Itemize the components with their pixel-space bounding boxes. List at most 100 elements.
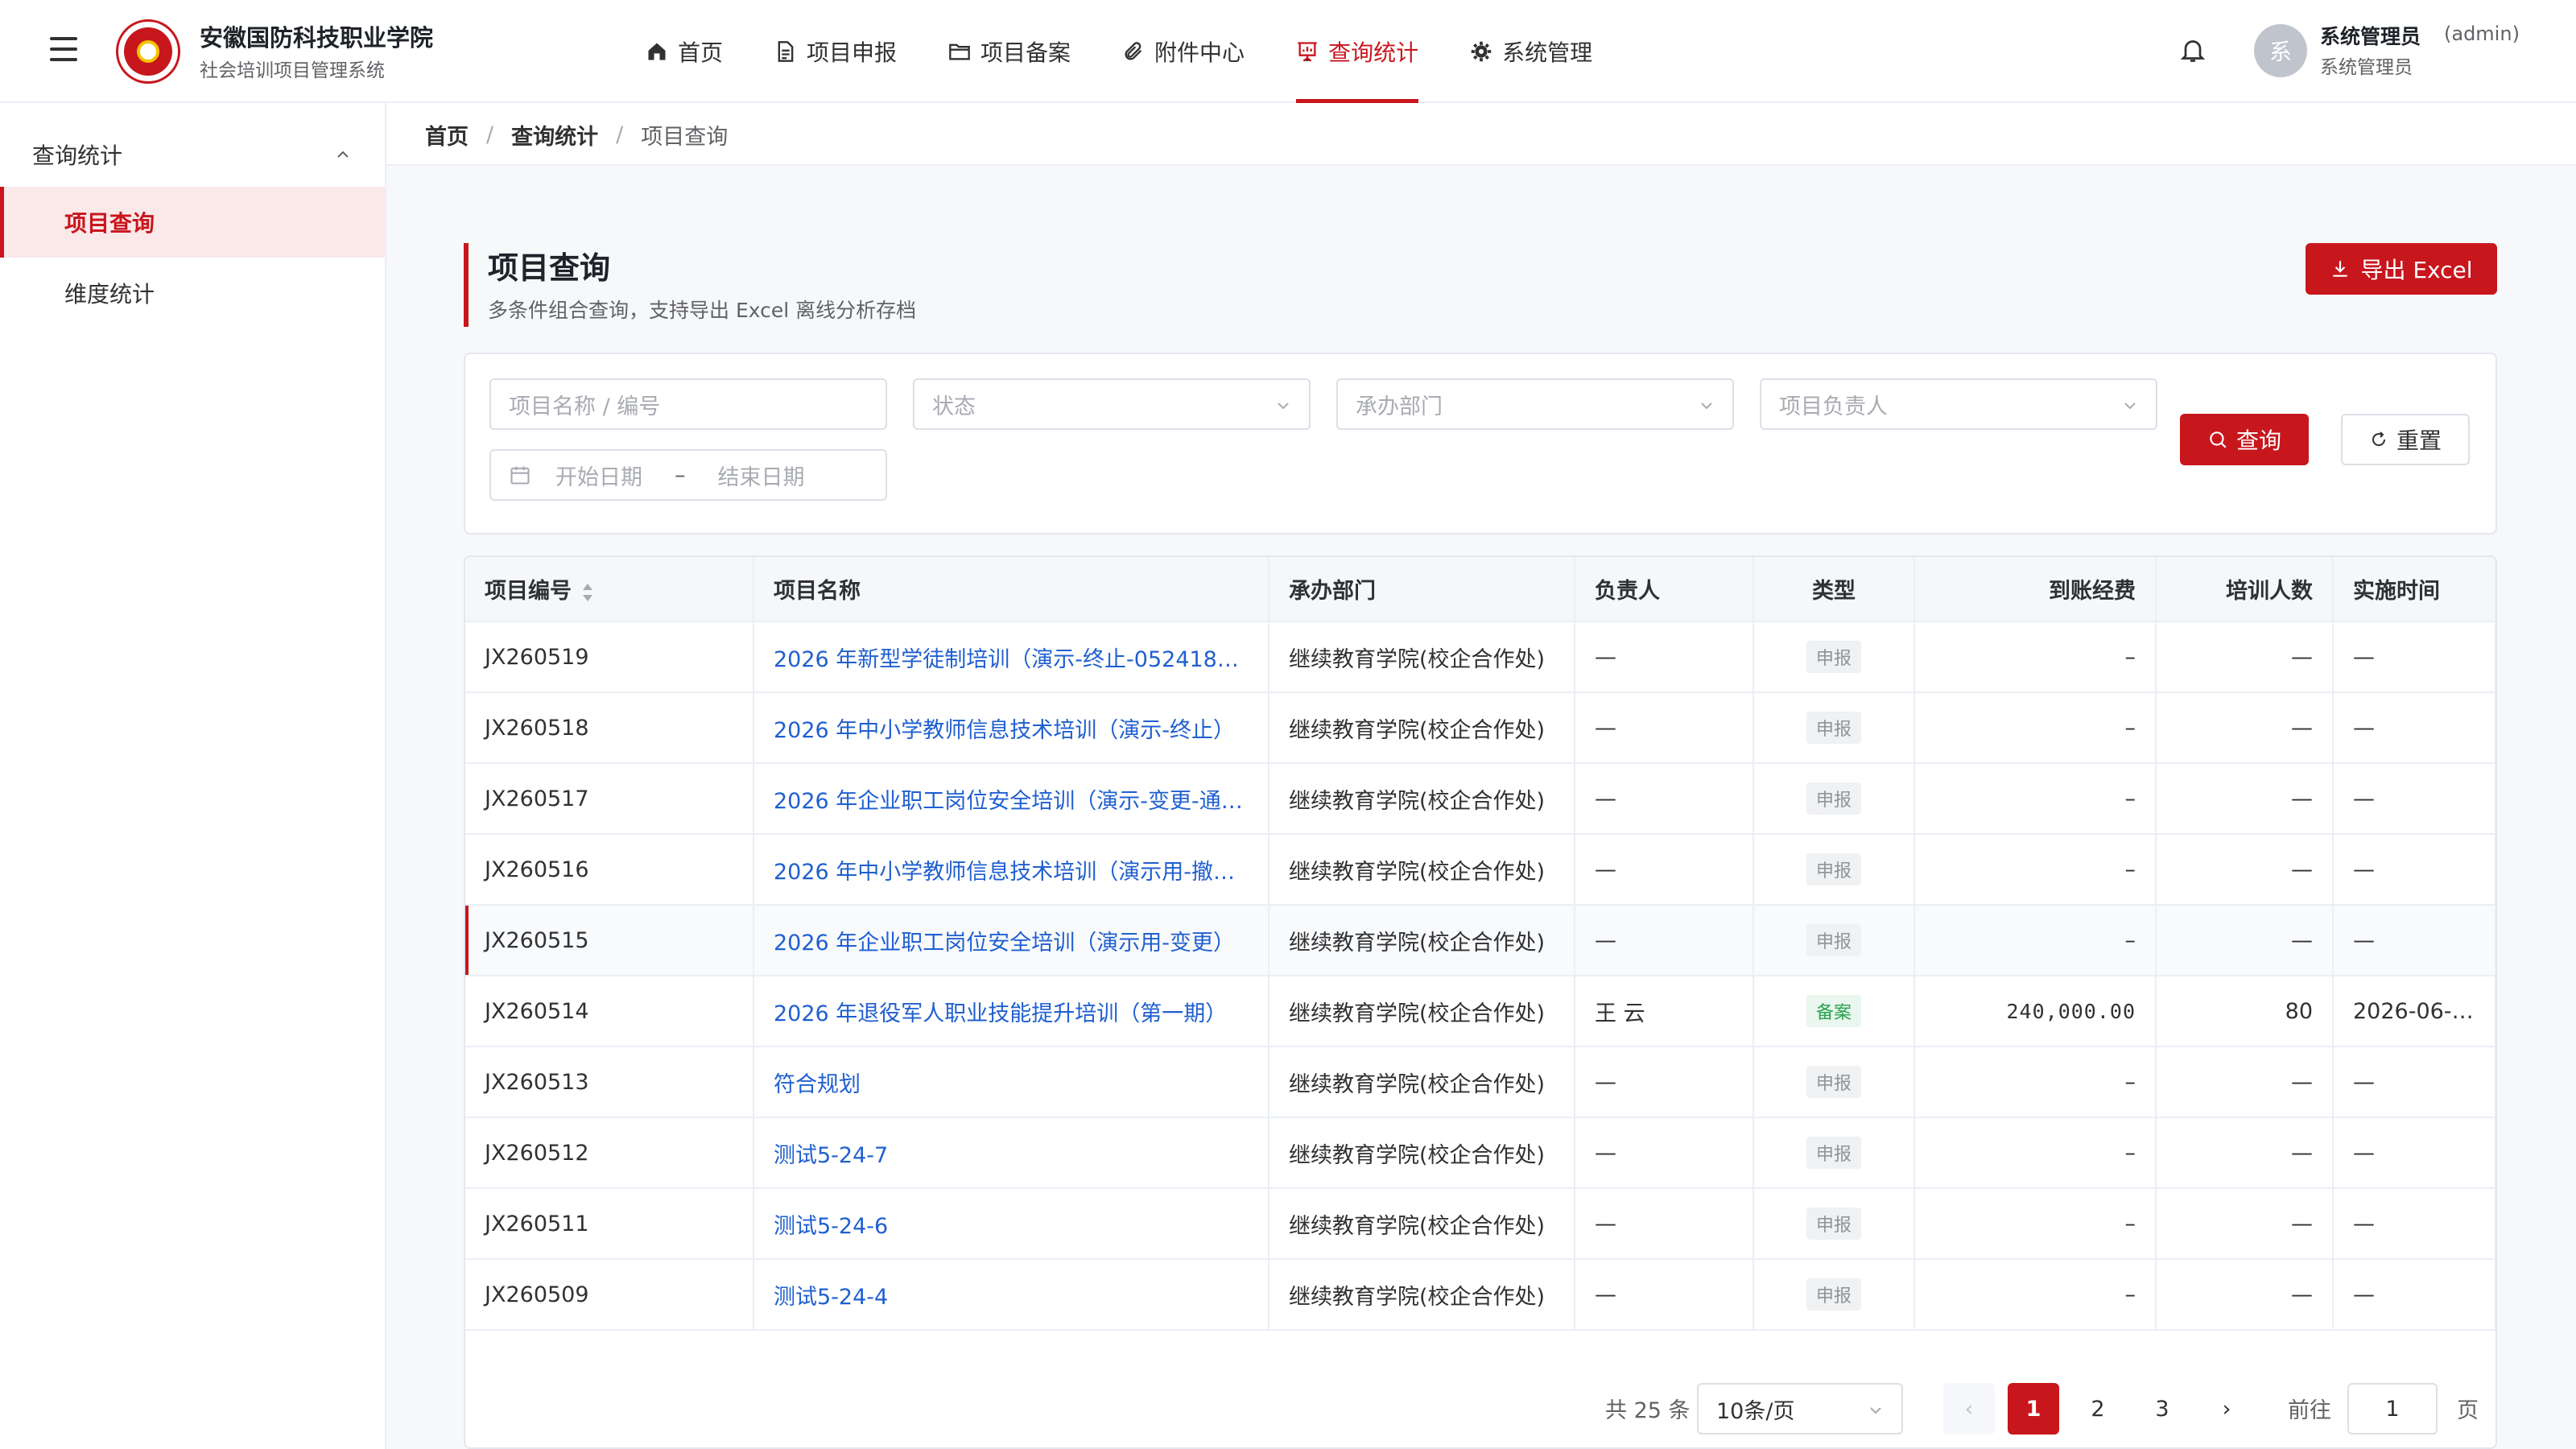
title-accent-bar <box>464 243 469 327</box>
cell-project-name-link[interactable]: 2026 年中小学教师信息技术培训（演示-终止） <box>753 692 1269 764</box>
top-header: 安徽国防科技职业学院 社会培训项目管理系统 首页 项目申报 项目备案 附件中心 … <box>0 0 2576 103</box>
cell-funds: – <box>1914 1117 2157 1189</box>
cell-department: 继续教育学院(校企合作处) <box>1269 1188 1575 1260</box>
cell-owner: — <box>1575 1117 1754 1189</box>
bell-icon[interactable] <box>2178 35 2207 64</box>
table-row[interactable]: JX260517 2026 年企业职工岗位安全培训（演示-变更-通过） 继续教育学院… <box>465 763 2496 835</box>
end-date-placeholder[interactable]: 结束日期 <box>718 460 805 491</box>
breadcrumb-separator: / <box>486 122 494 147</box>
type-tag: 申报 <box>1806 1208 1861 1240</box>
table-row[interactable]: JX260514 2026 年退役军人职业技能提升培训（第一期） 继续教育学院(校企… <box>465 976 2496 1047</box>
col-trainees: 培训人数 <box>2156 557 2334 622</box>
cell-project-name-link[interactable]: 测试5-24-4 <box>753 1259 1269 1331</box>
cell-date: — <box>2333 834 2496 906</box>
nav-project-apply[interactable]: 项目申报 <box>749 0 923 103</box>
cell-project-name-link[interactable]: 2026 年企业职工岗位安全培训（演示-变更-通过） <box>753 763 1269 835</box>
sidebar-item-project-query[interactable]: 项目查询 <box>0 187 385 258</box>
col-project-id-label: 项目编号 <box>485 579 572 604</box>
avatar[interactable]: 系 <box>2254 24 2307 77</box>
nav-project-filing[interactable]: 项目备案 <box>923 0 1096 103</box>
cell-project-name-link[interactable]: 2026 年退役军人职业技能提升培训（第一期） <box>753 976 1269 1047</box>
cell-project-name-link[interactable]: 测试5-24-6 <box>753 1188 1269 1260</box>
cell-trainees: — <box>2156 905 2334 976</box>
cell-department: 继续教育学院(校企合作处) <box>1269 1117 1575 1189</box>
cell-department: 继续教育学院(校企合作处) <box>1269 1259 1575 1331</box>
next-page-button[interactable]: › <box>2201 1383 2252 1435</box>
table-row[interactable]: JX260519 2026 年新型学徒制培训（演示-终止-0524180） 继续教育… <box>465 621 2496 693</box>
cell-department: 继续教育学院(校企合作处) <box>1269 621 1575 693</box>
prev-page-button[interactable]: ‹ <box>1943 1383 1995 1435</box>
cell-type: 申报 <box>1753 763 1915 835</box>
reset-button[interactable]: 重置 <box>2341 414 2470 465</box>
nav-query-stats[interactable]: 查询统计 <box>1270 0 1444 103</box>
table-row[interactable]: JX260513 符合规划 继续教育学院(校企合作处) — 申报 – — — <box>465 1046 2496 1118</box>
sidebar-item-dimension-stats[interactable]: 维度统计 <box>0 258 385 328</box>
col-owner: 负责人 <box>1575 557 1754 622</box>
total-count: 共 25 条 <box>1605 1398 1690 1423</box>
cell-department: 继续教育学院(校企合作处) <box>1269 692 1575 764</box>
chevron-down-icon <box>1278 402 1289 410</box>
reset-label: 重置 <box>2396 427 2442 454</box>
cell-department: 继续教育学院(校企合作处) <box>1269 976 1575 1047</box>
start-date-placeholder[interactable]: 开始日期 <box>555 460 642 491</box>
table-row[interactable]: JX260512 测试5-24-7 继续教育学院(校企合作处) — 申报 – — — <box>465 1117 2496 1189</box>
table-row[interactable]: JX260515 2026 年企业职工岗位安全培训（演示用-变更） 继续教育学院(校… <box>465 905 2496 976</box>
page-button-2[interactable]: 2 <box>2072 1383 2124 1435</box>
cell-department: 继续教育学院(校企合作处) <box>1269 834 1575 906</box>
status-select[interactable]: 状态 <box>913 378 1311 430</box>
breadcrumb-home[interactable]: 首页 <box>425 119 469 151</box>
project-owner-select[interactable]: 项目负责人 <box>1760 378 2157 430</box>
sidebar-group-query-stats[interactable]: 查询统计 <box>0 130 385 179</box>
cell-owner: — <box>1575 1188 1754 1260</box>
school-logo-icon <box>116 19 180 84</box>
breadcrumb-query-stats[interactable]: 查询统计 <box>511 119 598 151</box>
export-excel-button[interactable]: 导出 Excel <box>2306 243 2497 295</box>
table-row[interactable]: JX260511 测试5-24-6 继续教育学院(校企合作处) — 申报 – — — <box>465 1188 2496 1260</box>
cell-project-name-link[interactable]: 符合规划 <box>753 1046 1269 1118</box>
cell-date: — <box>2333 1188 2496 1260</box>
folder-icon <box>949 43 970 60</box>
table-row[interactable]: JX260509 测试5-24-4 继续教育学院(校企合作处) — 申报 – — — <box>465 1259 2496 1331</box>
col-project-name: 项目名称 <box>753 557 1269 622</box>
cell-type: 备案 <box>1753 976 1915 1047</box>
cell-trainees: — <box>2156 763 2334 835</box>
sort-icon[interactable] <box>581 582 594 603</box>
breadcrumb-separator: / <box>616 122 624 147</box>
results-table-card: 项目编号 项目名称 承办部门 负责人 类型 到账经费 培训人数 实施时间 JX2… <box>464 555 2497 1449</box>
chevron-down-icon <box>1701 402 1712 410</box>
cell-project-name-link[interactable]: 测试5-24-7 <box>753 1117 1269 1189</box>
cell-project-id: JX260509 <box>465 1259 754 1331</box>
query-button[interactable]: 查询 <box>2180 414 2309 465</box>
page-button-3[interactable]: 3 <box>2136 1383 2188 1435</box>
nav-attachments-label: 附件中心 <box>1154 39 1245 66</box>
sidebar-item-label: 维度统计 <box>64 281 155 308</box>
table-row[interactable]: JX260518 2026 年中小学教师信息技术培训（演示-终止） 继续教育学院(校… <box>465 692 2496 764</box>
filter-panel: 项目名称 / 编号 状态 承办部门 项目负责人 开始日期 – 结束日期 查询 重… <box>464 353 2497 535</box>
cell-project-id: JX260516 <box>465 834 754 906</box>
cell-project-id: JX260513 <box>465 1046 754 1118</box>
nav-project-filing-label: 项目备案 <box>980 39 1071 66</box>
cell-project-name-link[interactable]: 2026 年新型学徒制培训（演示-终止-0524180） <box>753 621 1269 693</box>
nav-system-admin[interactable]: 系统管理 <box>1444 0 1618 103</box>
chevron-down-icon <box>1870 1407 1881 1414</box>
date-range-picker[interactable]: 开始日期 – 结束日期 <box>489 449 887 501</box>
cell-project-id: JX260512 <box>465 1117 754 1189</box>
nav-home[interactable]: 首页 <box>620 0 749 103</box>
project-name-input[interactable]: 项目名称 / 编号 <box>489 378 887 430</box>
col-project-id[interactable]: 项目编号 <box>465 557 754 622</box>
department-select[interactable]: 承办部门 <box>1336 378 1734 430</box>
nav-attachments[interactable]: 附件中心 <box>1096 0 1270 103</box>
goto-page-input[interactable] <box>2347 1383 2438 1435</box>
col-funds: 到账经费 <box>1914 557 2157 622</box>
menu-toggle-icon[interactable] <box>50 37 77 61</box>
table-row[interactable]: JX260516 2026 年中小学教师信息技术培训（演示用-撤回） 继续教育学院(… <box>465 834 2496 906</box>
user-name[interactable]: 系统管理员 <box>2320 21 2421 50</box>
cell-project-name-link[interactable]: 2026 年企业职工岗位安全培训（演示用-变更） <box>753 905 1269 976</box>
page-size-select[interactable]: 10条/页 <box>1697 1383 1903 1435</box>
page-subtitle: 多条件组合查询，支持导出 Excel 离线分析存档 <box>488 299 917 322</box>
cell-project-name-link[interactable]: 2026 年中小学教师信息技术培训（演示用-撤回） <box>753 834 1269 906</box>
page-button-1[interactable]: 1 <box>2008 1383 2059 1435</box>
page-size-value: 10条/页 <box>1716 1398 1795 1424</box>
status-placeholder: 状态 <box>932 394 976 419</box>
search-icon <box>2210 431 2227 448</box>
